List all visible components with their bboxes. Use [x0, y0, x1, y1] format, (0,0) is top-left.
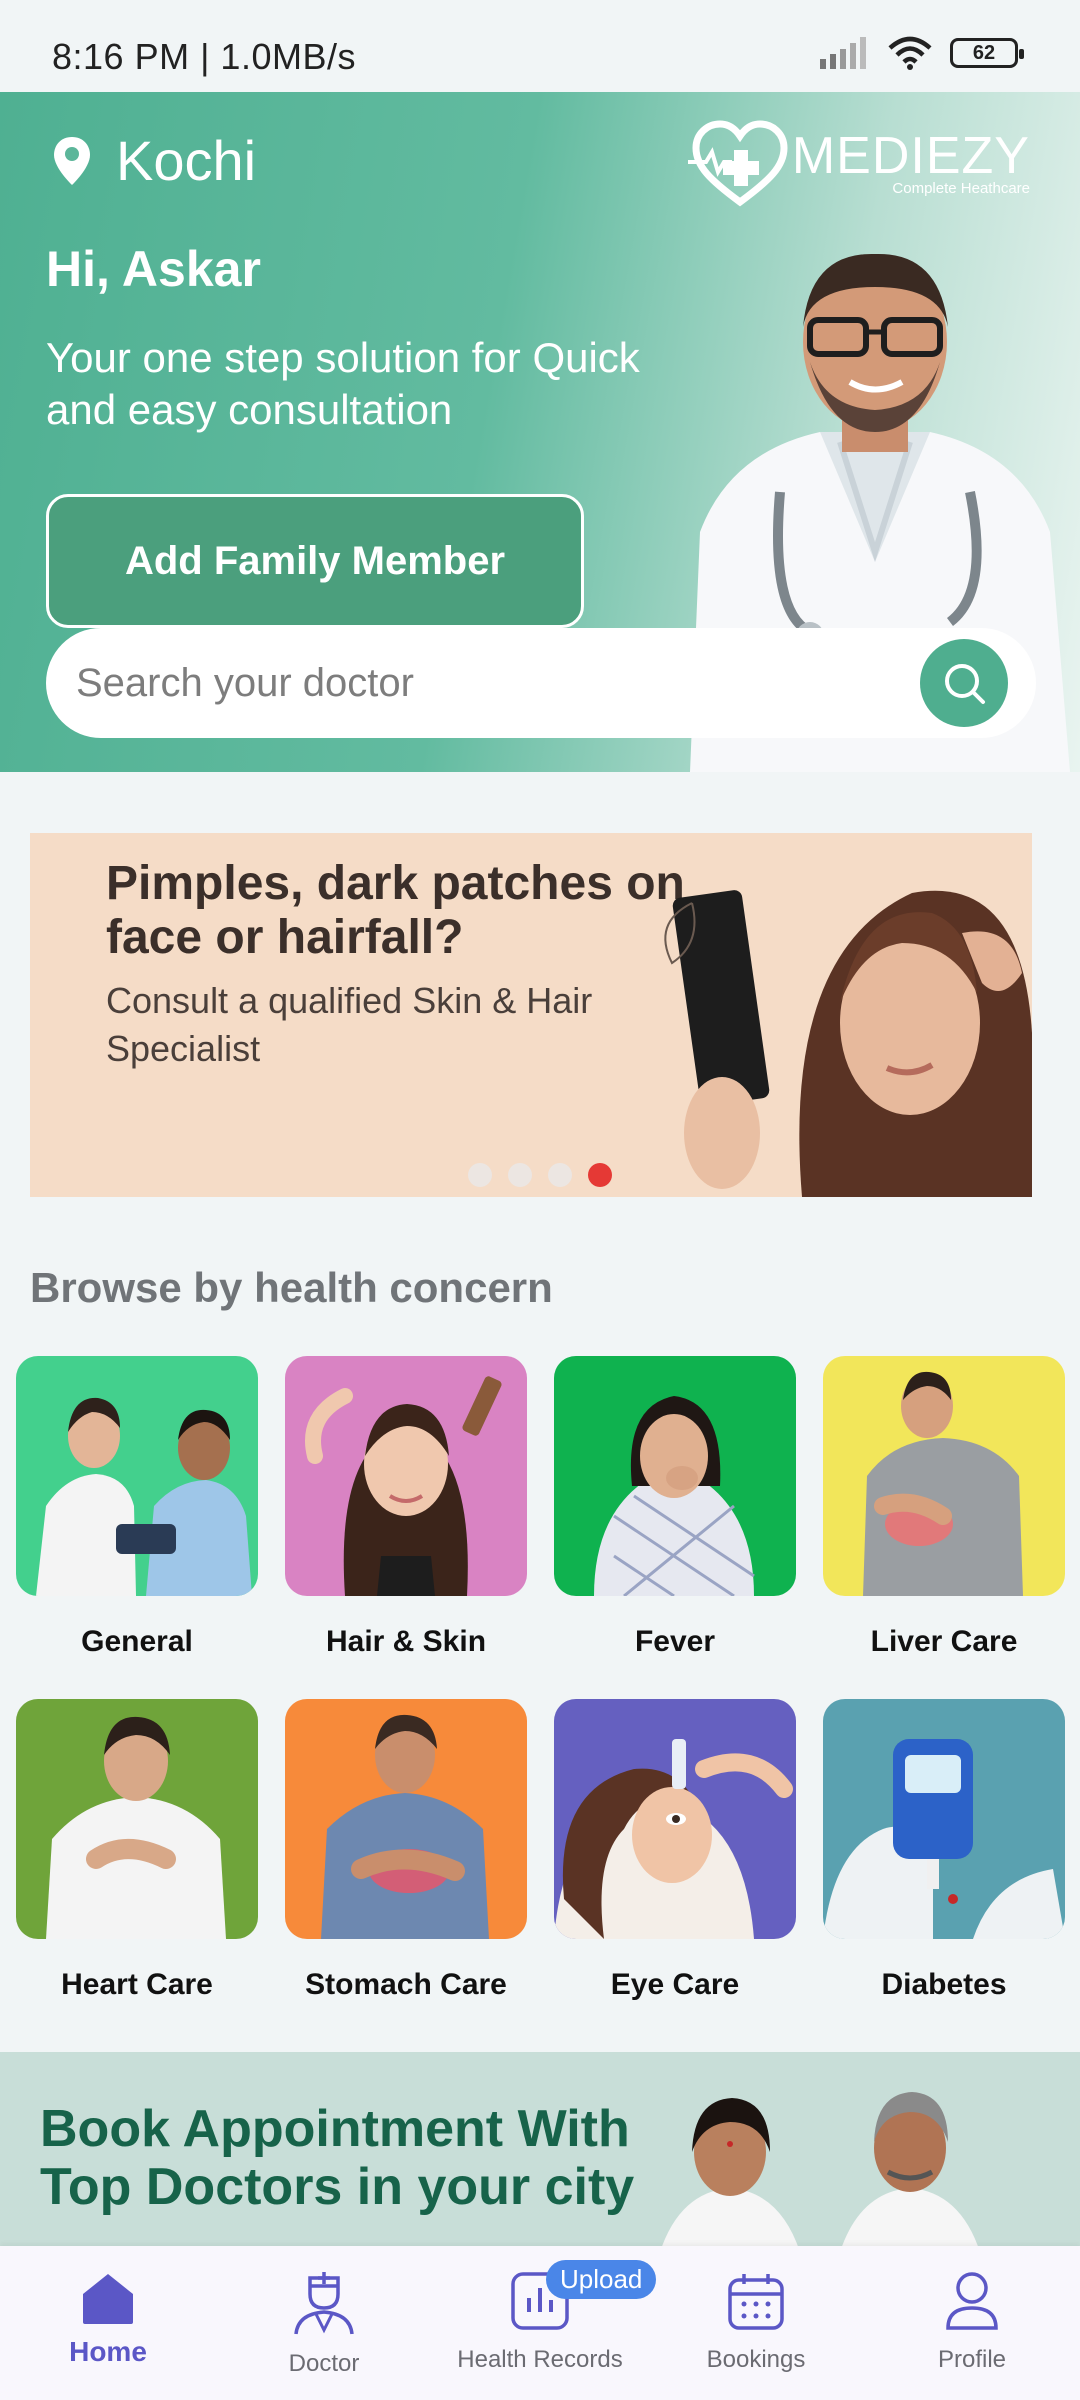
- concern-eye-care[interactable]: Eye Care: [554, 1699, 796, 2002]
- doctor-search-bar: [46, 628, 1036, 738]
- diabetes-image: [823, 1699, 1065, 1939]
- carousel-indicator: [468, 1163, 612, 1187]
- bottom-navigation: Home Doctor Upload Health Records Bookin…: [0, 2246, 1080, 2400]
- location-name: Kochi: [116, 129, 257, 192]
- stomach-care-image: [285, 1699, 527, 1939]
- hero-tagline: Your one step solution for Quick and eas…: [46, 334, 640, 433]
- status-bar: 8:16 PM | 1.0MB/s 62: [0, 0, 1080, 92]
- general-image: [16, 1356, 258, 1596]
- upload-badge[interactable]: Upload: [546, 2260, 657, 2299]
- carousel-dot[interactable]: [468, 1163, 492, 1187]
- fever-image: [554, 1356, 796, 1598]
- status-time: 8:16 PM | 1.0MB/s: [52, 36, 356, 77]
- health-concern-title: Browse by health concern: [30, 1264, 553, 1311]
- concern-liver-care[interactable]: Liver Care: [823, 1356, 1065, 1659]
- heart-plus-logo-icon: [687, 120, 788, 207]
- concern-label: Liver Care: [870, 1625, 1018, 1658]
- concern-label: Diabetes: [881, 1968, 1007, 2001]
- user-greeting: Hi, Askar: [46, 241, 261, 297]
- nav-home[interactable]: Home: [0, 2246, 216, 2400]
- concern-label: Eye Care: [610, 1968, 740, 2001]
- heart-care-image: [16, 1699, 258, 1939]
- nav-label: Home: [69, 2336, 147, 2367]
- calendar-icon: [728, 2274, 784, 2330]
- concern-label: General: [81, 1625, 193, 1658]
- concern-label: Fever: [634, 1625, 716, 1658]
- concern-label: Heart Care: [61, 1968, 213, 2001]
- concern-diabetes[interactable]: Diabetes: [823, 1699, 1065, 2002]
- concern-fever[interactable]: Fever: [554, 1356, 796, 1659]
- doctor-icon: [294, 2272, 354, 2335]
- carousel-dot[interactable]: [548, 1163, 572, 1187]
- location-pin-icon: [54, 136, 90, 185]
- nav-bookings[interactable]: Bookings: [648, 2246, 864, 2400]
- concern-label: Hair & Skin: [325, 1625, 487, 1658]
- mediezy-logo: MEDIEZY Complete Heathcare: [687, 118, 1030, 208]
- search-input[interactable]: [76, 660, 896, 706]
- hair-skin-image: [285, 1356, 527, 1596]
- appointment-title: Book Appointment With Top Doctors in you…: [40, 2100, 635, 2216]
- battery-indicator: 62: [950, 38, 1024, 68]
- concern-stomach-care[interactable]: Stomach Care: [285, 1699, 527, 2002]
- add-family-member-button[interactable]: Add Family Member: [46, 494, 584, 628]
- book-appointment-banner[interactable]: Book Appointment With Top Doctors in you…: [0, 2052, 1080, 2252]
- nav-doctor[interactable]: Doctor: [216, 2246, 432, 2400]
- carousel-dot[interactable]: [508, 1163, 532, 1187]
- search-button[interactable]: [920, 639, 1008, 727]
- promo-title: Pimples, dark patches on face or hairfal…: [106, 857, 685, 964]
- status-icons: 62: [818, 36, 1024, 70]
- concern-hair-skin[interactable]: Hair & Skin: [285, 1356, 527, 1659]
- carousel-dot-active[interactable]: [588, 1163, 612, 1187]
- nav-health-records[interactable]: Upload Health Records: [432, 2246, 657, 2400]
- profile-icon: [946, 2272, 998, 2330]
- concern-label: Stomach Care: [305, 1968, 507, 2001]
- nav-label: Profile: [937, 2346, 1007, 2373]
- doctors-illustration: [660, 2092, 980, 2252]
- eye-care-image: [554, 1699, 796, 1939]
- nav-label: Bookings: [706, 2346, 806, 2373]
- hero-header: Kochi MEDIEZY Complete Heathcare Hi, Ask…: [0, 92, 1080, 772]
- promo-banner[interactable]: Pimples, dark patches on face or hairfal…: [30, 833, 1032, 1197]
- concern-heart-care[interactable]: Heart Care: [16, 1699, 258, 2002]
- wifi-icon: [888, 36, 932, 70]
- logo-name: MEDIEZY: [791, 126, 1030, 185]
- concern-general[interactable]: General: [16, 1356, 258, 1659]
- health-concern-grid: General Hair & Skin Fever Liver Care Hea…: [16, 1356, 1066, 2002]
- signal-icon: [820, 37, 866, 69]
- liver-care-image: [823, 1356, 1065, 1596]
- search-icon: [945, 664, 985, 704]
- nav-label: Doctor: [288, 2350, 360, 2377]
- location-selector[interactable]: Kochi: [52, 128, 256, 193]
- promo-subtitle: Consult a qualified Skin & Hair Speciali…: [106, 980, 593, 1069]
- nav-label: Health Records: [457, 2346, 623, 2373]
- home-icon: [83, 2274, 133, 2324]
- nav-profile[interactable]: Profile: [864, 2246, 1080, 2400]
- woman-hairfall-illustration: [664, 890, 1032, 1197]
